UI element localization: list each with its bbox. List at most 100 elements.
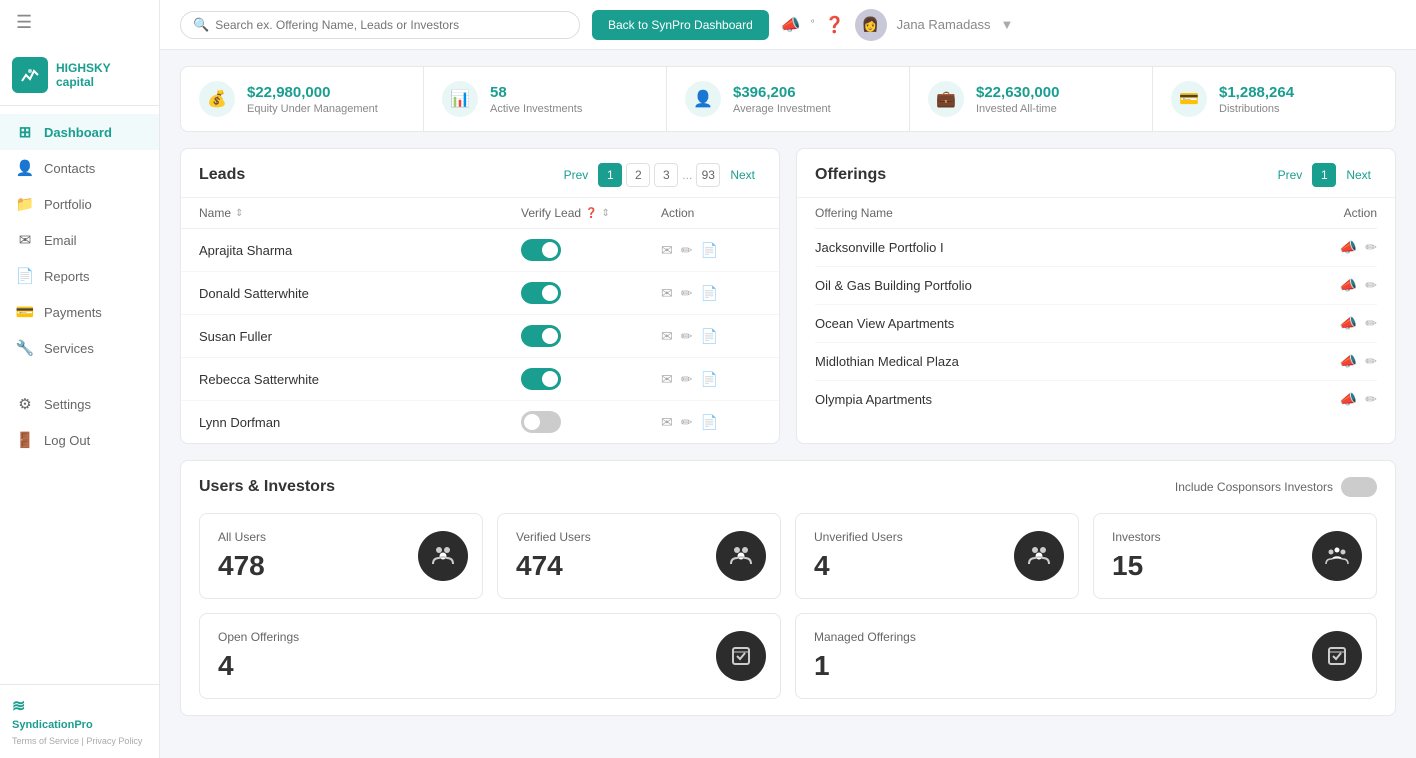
verify-toggle[interactable] xyxy=(521,411,561,433)
leads-page-2-button[interactable]: 2 xyxy=(626,163,650,187)
managed-offerings-card: Managed Offerings 1 xyxy=(795,613,1377,699)
table-row: Aprajita Sharma ✉ ✏ 📄 xyxy=(181,229,779,272)
email-action-icon[interactable]: ✉ xyxy=(661,242,673,259)
sidebar-label-reports: Reports xyxy=(44,269,90,284)
email-action-icon[interactable]: ✉ xyxy=(661,285,673,302)
help-icon[interactable]: ❓ xyxy=(825,15,845,35)
email-action-icon[interactable]: ✉ xyxy=(661,371,673,388)
back-to-dashboard-button[interactable]: Back to SynPro Dashboard xyxy=(592,10,769,40)
action-icons: ✉ ✏ 📄 xyxy=(661,414,761,431)
menu-toggle[interactable]: ☰ xyxy=(0,0,159,45)
verify-toggle[interactable] xyxy=(521,239,561,261)
user-cards-grid: All Users 478 Verified Users 474 xyxy=(199,513,1377,599)
avatar: 👩 xyxy=(855,9,887,41)
leads-ellipsis: ... xyxy=(682,168,692,182)
cosponsors-toggle-switch[interactable] xyxy=(1341,477,1377,497)
edit-offering-icon[interactable]: ✏ xyxy=(1365,277,1377,294)
sidebar-item-reports[interactable]: 📄 Reports xyxy=(0,258,159,294)
sidebar-item-email[interactable]: ✉ Email xyxy=(0,222,159,258)
lead-name: Rebecca Satterwhite xyxy=(199,372,521,387)
lead-name: Aprajita Sharma xyxy=(199,243,521,258)
leads-prev-button[interactable]: Prev xyxy=(558,163,595,187)
edit-offering-icon[interactable]: ✏ xyxy=(1365,353,1377,370)
help-verify-icon[interactable]: ❓ xyxy=(585,208,597,219)
edit-offering-icon[interactable]: ✏ xyxy=(1365,391,1377,408)
sort-verify-icon[interactable]: ⇕ xyxy=(602,208,610,219)
offering-name: Ocean View Apartments xyxy=(815,316,1297,331)
leads-pagination: Prev 1 2 3 ... 93 Next xyxy=(558,163,761,187)
users-investors-title: Users & Investors xyxy=(199,478,335,496)
header-username: Jana Ramadass xyxy=(897,17,991,32)
edit-action-icon[interactable]: ✏ xyxy=(681,371,693,388)
doc-action-icon[interactable]: 📄 xyxy=(700,371,717,388)
announce-icon[interactable]: 📣 xyxy=(1340,315,1357,332)
edit-offering-icon[interactable]: ✏ xyxy=(1365,239,1377,256)
lead-name: Lynn Dorfman xyxy=(199,415,521,430)
sort-icon[interactable]: ⇕ xyxy=(235,208,243,219)
verify-toggle[interactable] xyxy=(521,282,561,304)
logo-text: HIGHSKY capital xyxy=(56,61,111,90)
stats-row: 💰 $22,980,000 Equity Under Management 📊 … xyxy=(180,66,1396,132)
sidebar-label-email: Email xyxy=(44,233,77,248)
terms-link[interactable]: Terms of Service xyxy=(12,736,79,746)
doc-action-icon[interactable]: 📄 xyxy=(700,328,717,345)
sidebar-label-contacts: Contacts xyxy=(44,161,95,176)
doc-action-icon[interactable]: 📄 xyxy=(700,414,717,431)
verify-toggle[interactable] xyxy=(521,325,561,347)
sidebar-label-dashboard: Dashboard xyxy=(44,125,112,140)
edit-action-icon[interactable]: ✏ xyxy=(681,414,693,431)
logo-icon xyxy=(12,57,48,93)
notification-icon[interactable]: 📣 xyxy=(781,15,801,35)
offering-row: Ocean View Apartments 📣 ✏ xyxy=(815,305,1377,343)
leads-next-button[interactable]: Next xyxy=(724,163,761,187)
edit-action-icon[interactable]: ✏ xyxy=(681,242,693,259)
logo-area: HIGHSKY capital xyxy=(0,45,159,106)
stat-distributions: 💳 $1,288,264 Distributions xyxy=(1153,67,1395,131)
verify-toggle[interactable] xyxy=(521,368,561,390)
announce-icon[interactable]: 📣 xyxy=(1340,391,1357,408)
search-input[interactable] xyxy=(215,18,567,32)
offering-actions: 📣 ✏ xyxy=(1297,277,1377,294)
stat-average: 👤 $396,206 Average Investment xyxy=(667,67,910,131)
sidebar-item-logout[interactable]: 🚪 Log Out xyxy=(0,422,159,458)
sidebar-item-settings[interactable]: ⚙ Settings xyxy=(0,386,159,422)
header-chevron-icon[interactable]: ▼ xyxy=(1001,17,1014,32)
leads-page-3-button[interactable]: 3 xyxy=(654,163,678,187)
offering-row: Oil & Gas Building Portfolio 📣 ✏ xyxy=(815,267,1377,305)
edit-action-icon[interactable]: ✏ xyxy=(681,285,693,302)
email-action-icon[interactable]: ✉ xyxy=(661,414,673,431)
sidebar-item-payments[interactable]: 💳 Payments xyxy=(0,294,159,330)
announce-icon[interactable]: 📣 xyxy=(1340,277,1357,294)
sidebar-item-services[interactable]: 🔧 Services xyxy=(0,330,159,366)
settings-icon: ⚙ xyxy=(16,395,34,413)
offerings-page-1-button[interactable]: 1 xyxy=(1312,163,1336,187)
edit-action-icon[interactable]: ✏ xyxy=(681,328,693,345)
announce-icon[interactable]: 📣 xyxy=(1340,353,1357,370)
offering-name: Oil & Gas Building Portfolio xyxy=(815,278,1297,293)
sidebar-label-settings: Settings xyxy=(44,397,91,412)
sidebar-item-contacts[interactable]: 👤 Contacts xyxy=(0,150,159,186)
leads-page-1-button[interactable]: 1 xyxy=(598,163,622,187)
offering-row: Olympia Apartments 📣 ✏ xyxy=(815,381,1377,418)
sidebar-item-dashboard[interactable]: ⊞ Dashboard xyxy=(0,114,159,150)
main-content: 🔍 Back to SynPro Dashboard 📣 ° ❓ 👩 Jana … xyxy=(160,0,1416,758)
privacy-link[interactable]: Privacy Policy xyxy=(86,736,142,746)
average-label: Average Investment xyxy=(733,103,831,115)
doc-action-icon[interactable]: 📄 xyxy=(700,285,717,302)
leads-panel: Leads Prev 1 2 3 ... 93 Next Name xyxy=(180,148,780,444)
portfolio-icon: 📁 xyxy=(16,195,34,213)
bottom-cards-grid: Open Offerings 4 Managed Offerings 1 xyxy=(199,613,1377,699)
leads-page-93-button[interactable]: 93 xyxy=(696,163,720,187)
doc-action-icon[interactable]: 📄 xyxy=(700,242,717,259)
offerings-prev-button[interactable]: Prev xyxy=(1272,163,1309,187)
table-row: Donald Satterwhite ✉ ✏ 📄 xyxy=(181,272,779,315)
col-action: Action xyxy=(661,206,761,220)
syndication-text: SyndicationPro xyxy=(12,719,93,731)
announce-icon[interactable]: 📣 xyxy=(1340,239,1357,256)
sidebar-item-portfolio[interactable]: 📁 Portfolio xyxy=(0,186,159,222)
offerings-next-button[interactable]: Next xyxy=(1340,163,1377,187)
email-action-icon[interactable]: ✉ xyxy=(661,328,673,345)
edit-offering-icon[interactable]: ✏ xyxy=(1365,315,1377,332)
search-bar[interactable]: 🔍 xyxy=(180,11,580,39)
equity-icon: 💰 xyxy=(199,81,235,117)
